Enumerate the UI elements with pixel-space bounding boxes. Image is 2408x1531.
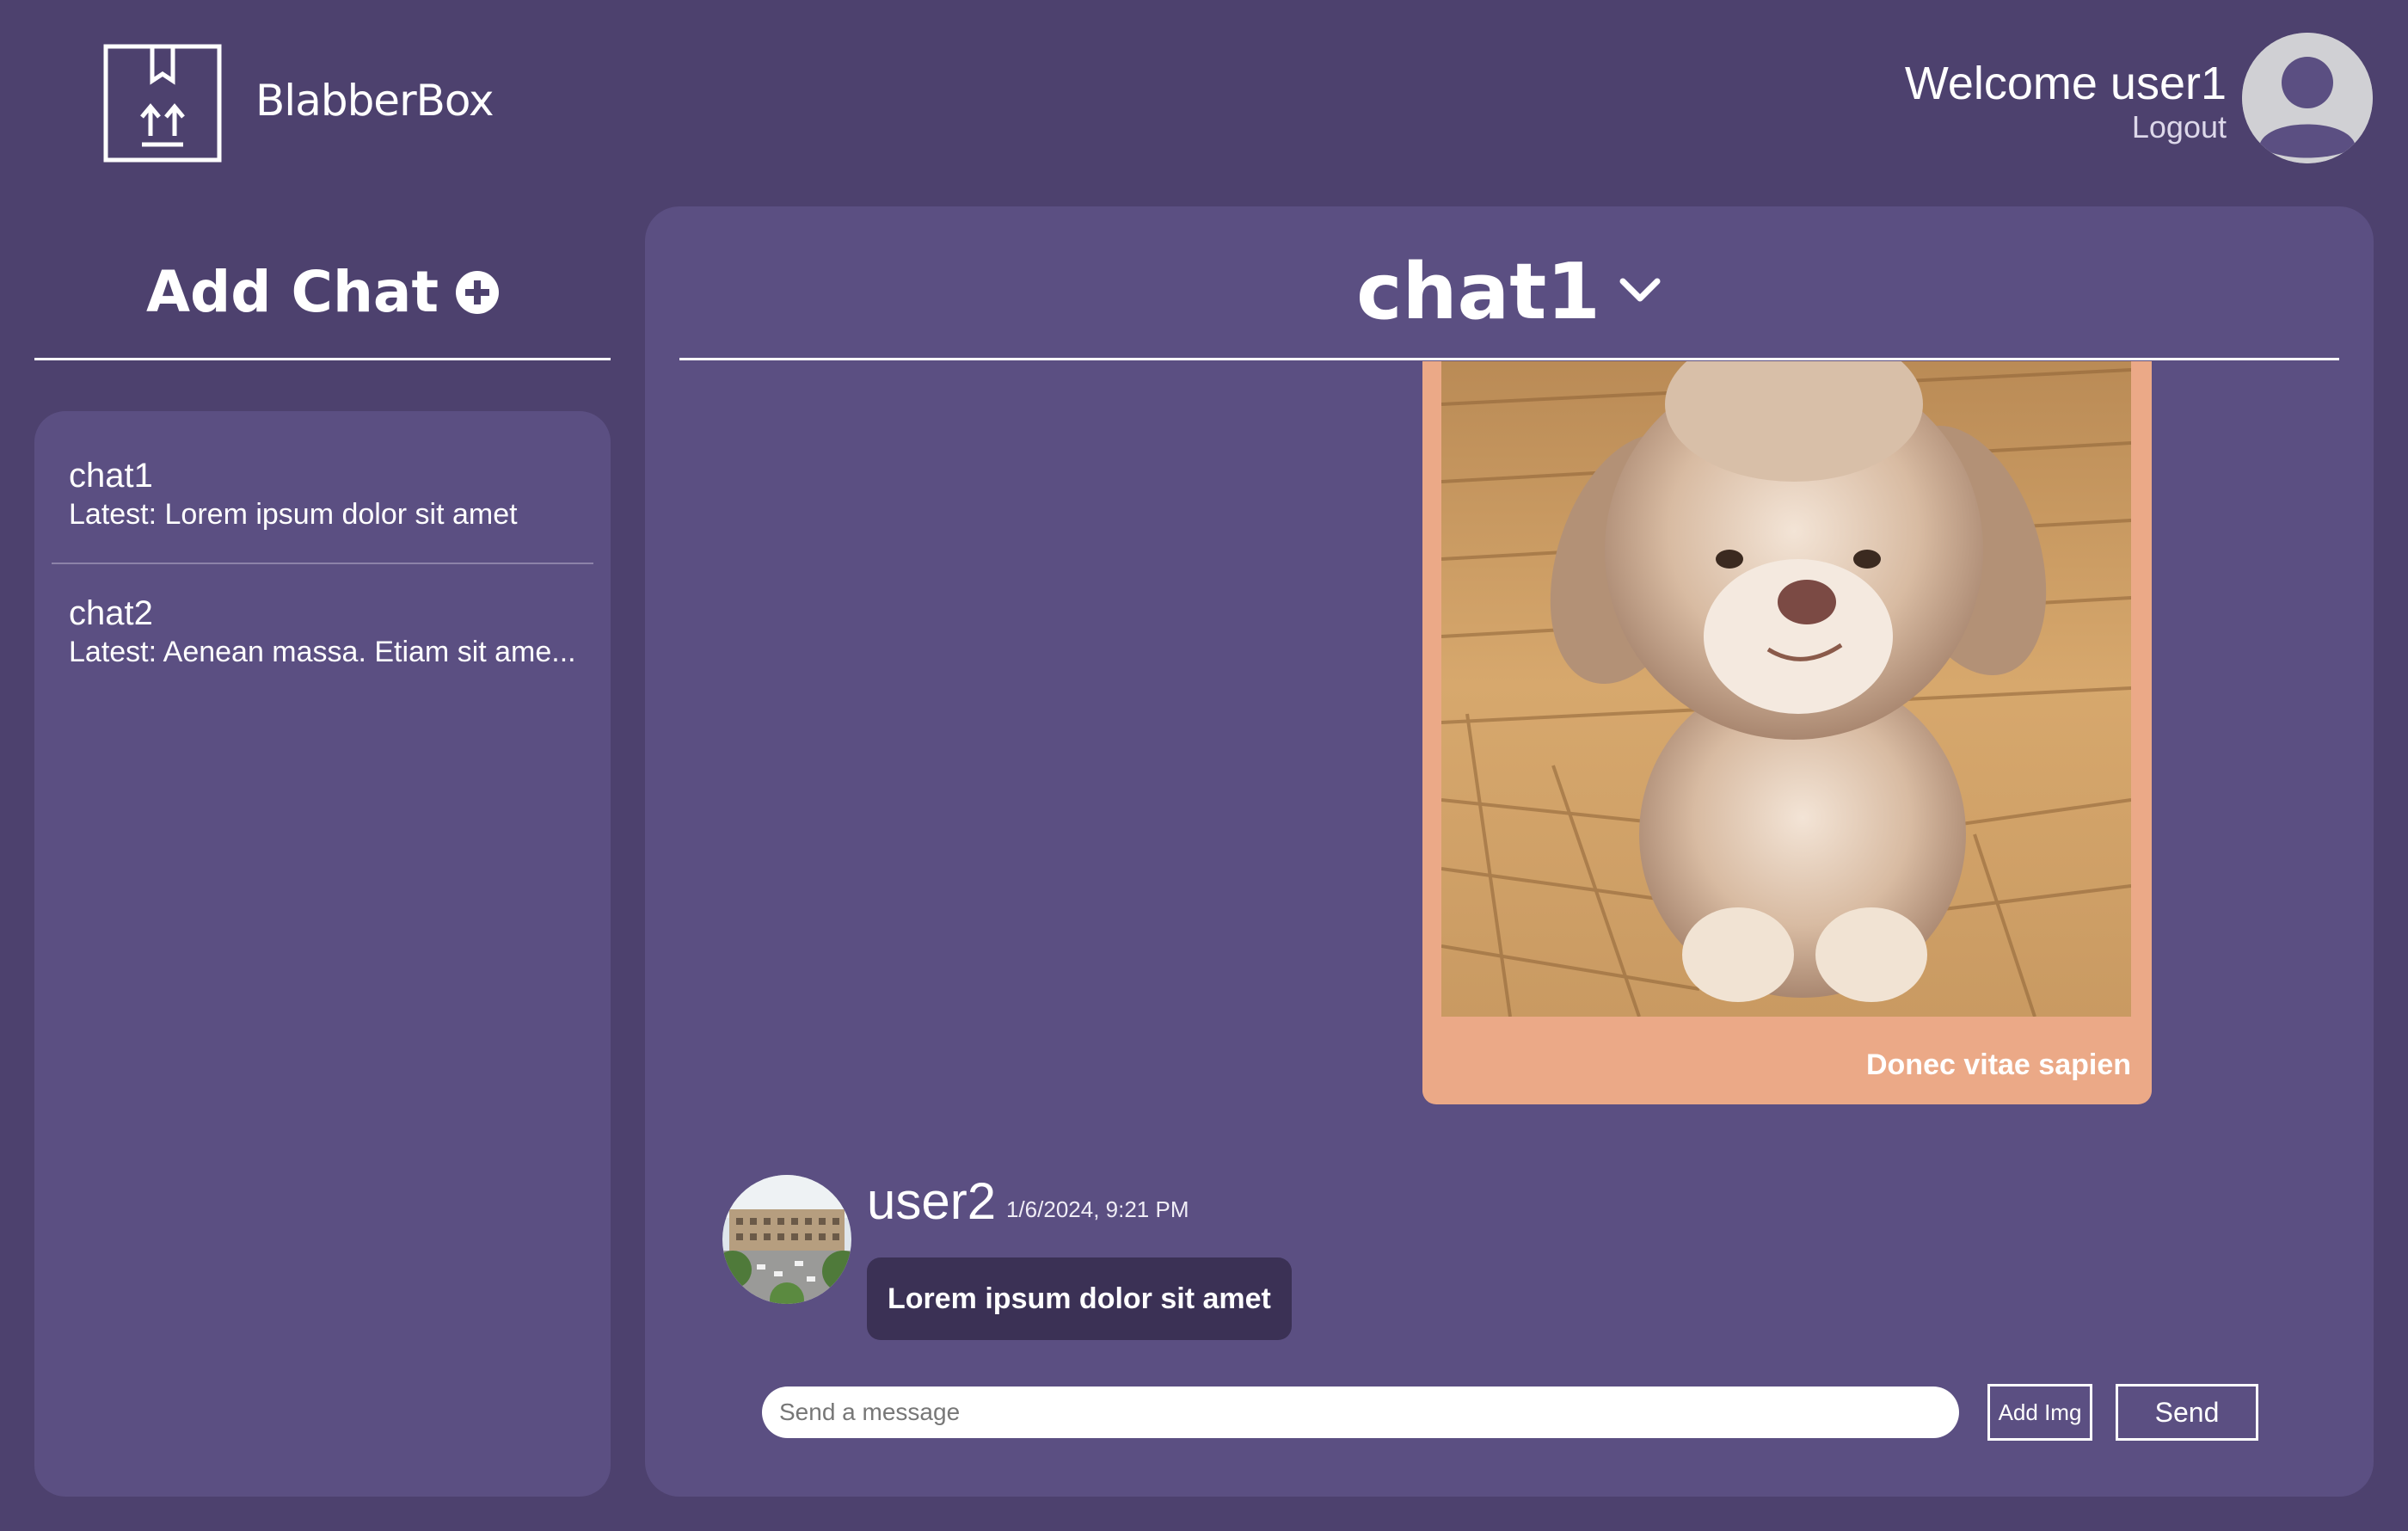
chat-title-dropdown[interactable]: chat1 xyxy=(645,241,2374,344)
box-upload-icon xyxy=(103,44,222,163)
user2-avatar[interactable] xyxy=(722,1175,851,1304)
add-image-button[interactable]: Add Img xyxy=(1987,1384,2092,1441)
chevron-down-icon xyxy=(1619,278,1661,302)
sidebar-divider xyxy=(34,358,611,360)
add-chat-button[interactable]: Add Chat xyxy=(34,249,611,335)
image-caption: Donec vitae sapien xyxy=(1865,1048,2131,1081)
logout-link[interactable]: Logout xyxy=(2132,108,2227,146)
welcome-text: Welcome user1 xyxy=(1904,58,2227,109)
send-button[interactable]: Send xyxy=(2116,1384,2258,1441)
message-username: user2 xyxy=(867,1172,997,1230)
message-bubble: Lorem ipsum dolor sit amet xyxy=(867,1257,1292,1340)
add-chat-label: Add Chat xyxy=(145,259,439,325)
chat-title-divider xyxy=(679,358,2339,360)
chat-list-item-chat1[interactable]: chat1 Latest: Lorem ipsum dolor sit amet xyxy=(34,456,611,593)
app-name: BlabberBox xyxy=(255,76,494,126)
message-image[interactable] xyxy=(1441,361,2131,1017)
chat-item-name: chat1 xyxy=(69,457,153,495)
plus-circle-icon xyxy=(456,271,500,314)
chat-item-latest: Latest: Aenean massa. Etiam sit ame... xyxy=(69,636,576,668)
chat-title: chat1 xyxy=(1356,247,1600,337)
user-avatar-icon[interactable] xyxy=(2242,33,2373,163)
message-timestamp: 1/6/2024, 9:21 PM xyxy=(1006,1196,1189,1222)
message-input[interactable] xyxy=(762,1387,1959,1438)
user-area: Welcome user1 Logout xyxy=(1634,0,2408,172)
chat-panel: chat1 Donec vitae sapien user2 1/6/2024,… xyxy=(645,206,2374,1497)
image-message: Donec vitae sapien xyxy=(1422,361,2152,1104)
chat-item-latest: Latest: Lorem ipsum dolor sit amet xyxy=(69,498,518,531)
chat-item-name: chat2 xyxy=(69,594,153,632)
chat-list: chat1 Latest: Lorem ipsum dolor sit amet… xyxy=(34,411,611,1497)
chat-list-item-chat2[interactable]: chat2 Latest: Aenean massa. Etiam sit am… xyxy=(34,593,611,731)
chat-list-divider xyxy=(52,563,593,564)
message-list[interactable]: Donec vitae sapien user2 1/6/2024, 9:21 … xyxy=(645,361,2374,1497)
